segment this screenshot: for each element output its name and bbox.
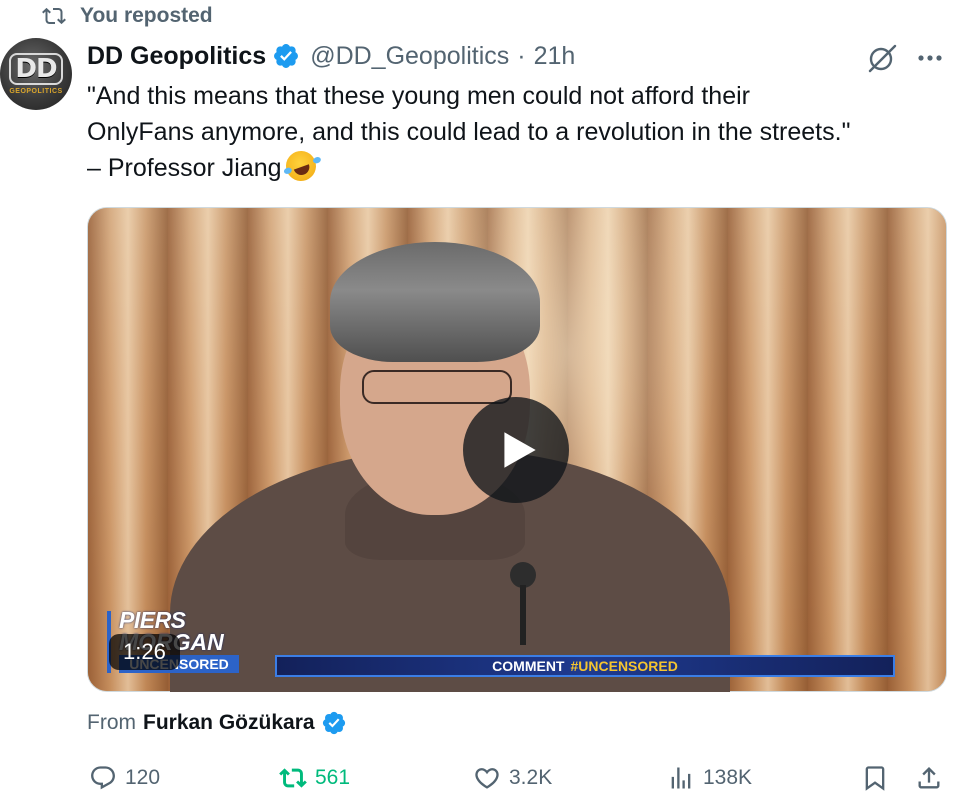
- reply-icon: [91, 766, 115, 790]
- analytics-bar-icon: [671, 767, 691, 789]
- repost-button[interactable]: 561: [279, 760, 350, 796]
- share-icon: [918, 767, 940, 789]
- more-options-button[interactable]: [914, 42, 946, 74]
- reply-button[interactable]: 120: [89, 760, 160, 796]
- play-icon: [504, 432, 536, 468]
- avatar-logo-text: DD: [9, 53, 63, 85]
- grok-button[interactable]: [866, 42, 898, 74]
- tweet-header: DD Geopolitics @DD_Geopolitics · 21h: [87, 38, 575, 74]
- repost-count: 561: [315, 766, 351, 789]
- attribution-prefix: From: [87, 711, 136, 734]
- tweet-text-line: "And this means that these young men cou…: [87, 82, 750, 110]
- tweet-text-line: OnlyFans anymore, and this could lead to…: [87, 118, 851, 146]
- author-name[interactable]: DD Geopolitics: [87, 42, 266, 71]
- tweet-text-attribution: – Professor Jiang: [87, 154, 282, 182]
- view-count: 138K: [703, 766, 753, 789]
- header-separator: ·: [517, 41, 526, 70]
- like-count: 3.2K: [509, 766, 553, 789]
- attribution-name[interactable]: Furkan Gözükara: [143, 711, 315, 735]
- bookmark-button[interactable]: [861, 760, 889, 796]
- verified-badge-icon: [322, 711, 345, 735]
- heart-icon: [475, 768, 499, 789]
- author-handle[interactable]: @DD_Geopolitics: [310, 42, 509, 71]
- rolling-on-floor-laughing-emoji-icon: [281, 146, 320, 186]
- more-dots-icon: [918, 55, 942, 61]
- repost-banner-text: You reposted: [80, 4, 213, 27]
- share-button[interactable]: [915, 760, 943, 796]
- repost-banner: You reposted: [42, 4, 213, 28]
- repost-icon: [279, 768, 307, 788]
- avatar[interactable]: DD GEOPOLITICS: [0, 38, 72, 110]
- play-button[interactable]: [463, 397, 569, 503]
- repost-icon: [42, 7, 66, 25]
- tweet-text: "And this means that these young men cou…: [87, 78, 947, 186]
- like-button[interactable]: 3.2K: [473, 760, 552, 796]
- grok-icon: [868, 44, 897, 73]
- video-attribution: From Furkan Gözükara: [87, 708, 347, 738]
- verified-badge-icon[interactable]: [272, 42, 300, 70]
- bookmark-icon: [865, 766, 885, 791]
- tweet-actions: 120 561 3.2K 138K: [87, 760, 947, 796]
- tweet-text-line-last: – Professor Jiang: [87, 146, 947, 186]
- tweet-timestamp[interactable]: 21h: [534, 42, 576, 71]
- avatar-logo-subtext: GEOPOLITICS: [9, 88, 63, 95]
- views-button[interactable]: 138K: [667, 760, 752, 796]
- reply-count: 120: [125, 766, 161, 789]
